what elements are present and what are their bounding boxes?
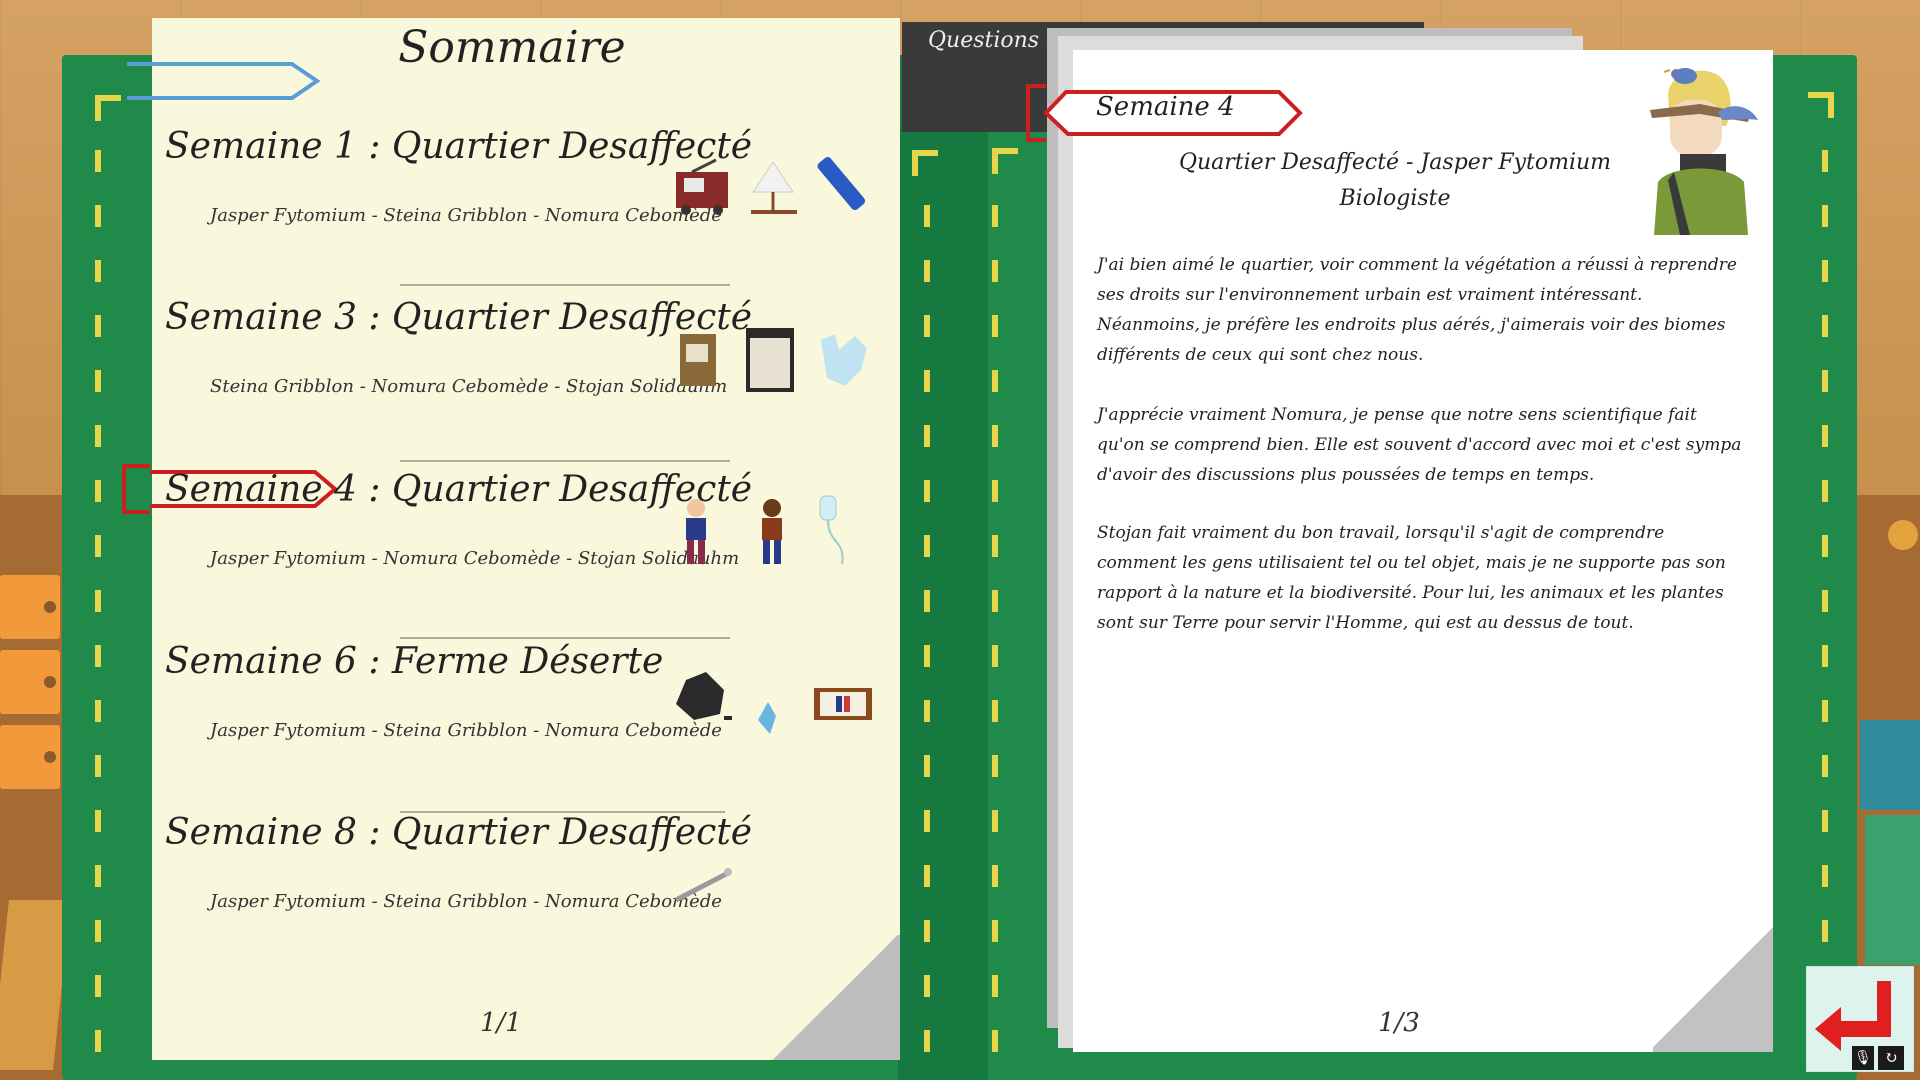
desk-book [1865, 815, 1920, 965]
iv-bag-item-icon [819, 495, 844, 565]
report-paragraph: Stojan fait vraiment du bon travail, lor… [1097, 523, 1726, 633]
page-fold-corner[interactable] [770, 935, 900, 1060]
report-subheading: Biologiste [1339, 186, 1451, 211]
character-figure-icon [686, 499, 706, 564]
lighter-item-icon [817, 157, 866, 211]
character-portrait [1650, 68, 1758, 235]
page-number: 1/1 [480, 1008, 522, 1038]
crystal-item-icon [758, 702, 776, 734]
divider [400, 284, 730, 286]
machine-item-icon [676, 158, 728, 215]
divider [400, 460, 730, 462]
sync-icon[interactable]: ↻ [1878, 1046, 1904, 1070]
drawer [0, 575, 60, 639]
desk-ornament [1888, 520, 1918, 550]
rifle-item-icon [674, 868, 732, 903]
bird-statue-item-icon [751, 161, 797, 214]
report-heading: Quartier Desaffecté - Jasper Fytomium [1178, 150, 1612, 175]
painting-item-icon [814, 688, 872, 720]
desk-book [1860, 720, 1920, 810]
ice-shard-item-icon [821, 334, 867, 386]
summary-entry-members: Jasper Fytomium - Steina Gribblon - Nomu… [210, 891, 722, 912]
summary-entry-week-6[interactable]: Semaine 6 : Ferme Déserte [165, 641, 663, 682]
drawer [0, 650, 60, 714]
report-paragraph: J'apprécie vraiment Nomura, je pense que… [1097, 405, 1742, 485]
drawer [0, 725, 60, 789]
summary-entry-week-8[interactable]: Semaine 8 : Quartier Desaffecté [165, 812, 752, 853]
summary-entry-members: Jasper Fytomium - Nomura Cebomède - Stoj… [210, 548, 740, 569]
notebook-item-icon [680, 334, 716, 386]
summary-entry-members: Steina Gribblon - Nomura Cebomède - Stoj… [210, 376, 728, 397]
divider [400, 637, 730, 639]
character-figure-icon [762, 499, 782, 564]
summary-entry-week-4[interactable]: Semaine 4 : Quartier Desaffecté [165, 469, 752, 510]
summary-entry-week-3[interactable]: Semaine 3 : Quartier Desaffecté [165, 297, 752, 338]
summary-entry-members: Jasper Fytomium - Steina Gribblon - Nomu… [210, 205, 722, 226]
page-fold-corner[interactable] [1653, 922, 1773, 1052]
microphone-icon[interactable]: 🎙 [1852, 1046, 1874, 1070]
folder-spine [898, 55, 988, 1080]
coal-rock-item-icon [676, 672, 732, 720]
page-number: 1/3 [1378, 1008, 1420, 1038]
summary-entry-week-1[interactable]: Semaine 1 : Quartier Desaffecté [165, 126, 752, 167]
week-tab-label: Semaine 4 [1096, 92, 1235, 122]
page-title: Sommaire [398, 22, 626, 73]
summary-entry-members: Jasper Fytomium - Steina Gribblon - Nomu… [210, 720, 722, 741]
report-paragraph: J'ai bien aimé le quartier, voir comment… [1097, 255, 1737, 365]
document-item-icon [746, 328, 794, 392]
